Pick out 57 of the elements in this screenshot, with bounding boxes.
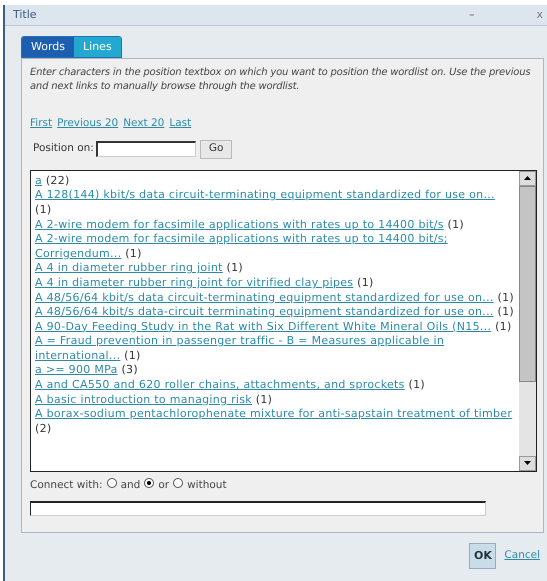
nav-link[interactable]: Previous 20: [57, 116, 118, 132]
cancel-link[interactable]: Cancel: [504, 548, 540, 564]
word-link[interactable]: A 90-Day Feeding Study in the Rat with Six Different White Mineral Oils (N15...: [35, 320, 492, 333]
word-count: (1): [497, 290, 514, 304]
position-label: Position on:: [33, 141, 94, 156]
word-link[interactable]: A 48/56/64 kbit/s data-circuit terminating equipment standardized for use on...: [35, 305, 494, 318]
word-link[interactable]: A = Fraud prevention in passenger traffic - B = Measures applicable in: [35, 334, 444, 349]
nav-link[interactable]: First: [30, 116, 52, 132]
word-count: (2): [35, 422, 52, 435]
scroll-up-icon[interactable]: [519, 170, 536, 186]
tab[interactable]: Words: [22, 37, 74, 57]
go-button[interactable]: Go: [200, 140, 232, 159]
word-count: (1): [448, 218, 464, 231]
word-count: (1): [497, 305, 514, 318]
word-count: (1): [226, 261, 243, 274]
word-link[interactable]: A 4 in diameter rubber ring joint for vitrified clay pipes: [35, 276, 354, 289]
scroll-thumb[interactable]: [519, 186, 536, 382]
word-link[interactable]: Corrigendum...: [35, 246, 122, 260]
connect-label: Connect with:: [30, 478, 103, 493]
minimize-button[interactable]: –: [468, 6, 474, 24]
tab[interactable]: Lines: [74, 37, 121, 57]
radio-button[interactable]: [144, 478, 154, 488]
word-count: (1): [256, 392, 272, 406]
radio-label: or: [158, 478, 170, 493]
query-field[interactable]: [30, 500, 486, 516]
radio-label: and: [120, 478, 140, 493]
radio-button[interactable]: [173, 478, 184, 488]
word-link[interactable]: A 2-wire modem for facsimile applications with rates up to 14400 bit/s: [35, 218, 444, 231]
scrollbar[interactable]: [519, 170, 536, 471]
word-count: (1): [408, 378, 425, 392]
word-link[interactable]: A 4 in diameter rubber ring joint: [35, 261, 223, 274]
instructions-text: Enter characters in the position textbox on which you want to position the wordlist on. Use the previous and next links to manually browse through the wordlist.: [30, 66, 532, 94]
nav-link[interactable]: Next 20: [123, 116, 164, 132]
scroll-down-icon[interactable]: [519, 456, 536, 471]
word-link[interactable]: A 128(144) kbit/s data circuit-terminating equipment standardized for use on...: [35, 188, 495, 202]
word-count: (22): [46, 174, 70, 187]
word-link[interactable]: A 48/56/64 kbit/s data circuit-terminating equipment standardized for use on...: [35, 290, 494, 304]
word-count: (1): [495, 320, 512, 333]
word-count: (1): [124, 348, 141, 362]
word-link[interactable]: A basic introduction to managing risk: [35, 392, 252, 406]
word-link[interactable]: A 2-wire modem for facsimile applications with rates up to 14400 bit/s;: [35, 232, 448, 247]
radio-label: without: [187, 478, 227, 493]
position-field[interactable]: [96, 141, 196, 158]
nav-link[interactable]: Last: [169, 116, 192, 132]
close-button[interactable]: x: [536, 6, 543, 24]
radio-button[interactable]: [106, 478, 117, 488]
word-count: (1): [35, 202, 52, 216]
window-title: Title: [13, 6, 38, 23]
word-link[interactable]: A borax-sodium pentachlorophenate mixture for anti-sapstain treatment of timber: [35, 407, 512, 420]
ok-button[interactable]: OK: [469, 543, 496, 569]
word-count: (1): [125, 246, 142, 260]
word-link[interactable]: international...: [35, 348, 120, 362]
word-link[interactable]: A and CA550 and 620 roller chains, attachments, and sprockets: [35, 378, 405, 392]
word-count: (1): [357, 276, 374, 289]
word-link[interactable]: a >= 900 MPa: [35, 363, 118, 376]
word-link[interactable]: a: [35, 174, 42, 187]
word-count: (3): [121, 363, 138, 376]
